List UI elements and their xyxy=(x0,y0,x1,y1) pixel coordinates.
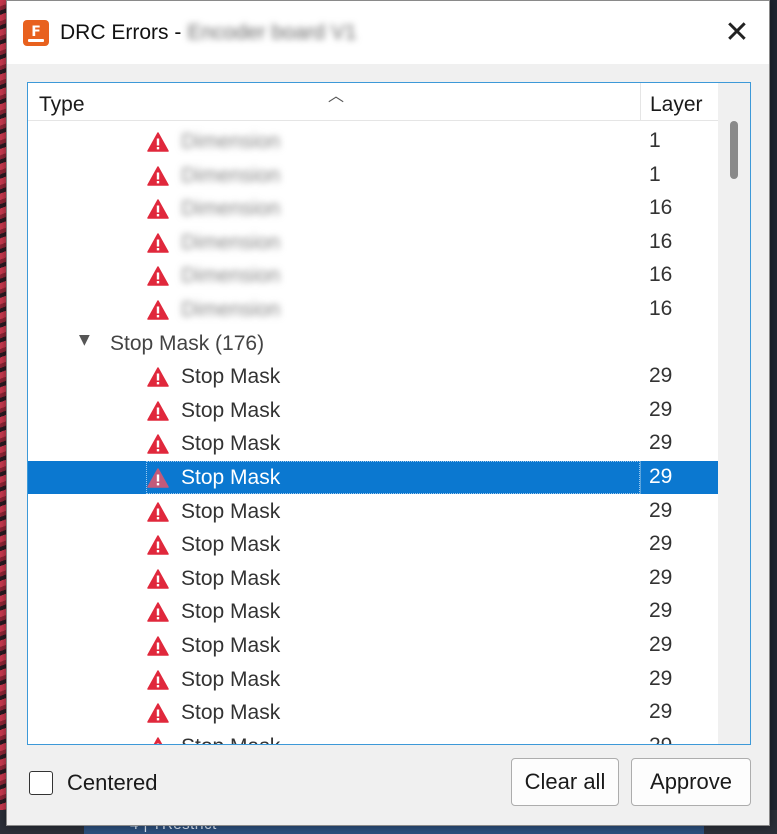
error-layer-value: 29 xyxy=(649,599,673,623)
table-row[interactable]: Stop Mask 29 xyxy=(28,495,718,528)
close-button[interactable]: ✕ xyxy=(705,1,769,64)
table-row[interactable]: Stop Mask 29 xyxy=(28,427,718,460)
centered-checkbox[interactable] xyxy=(29,771,53,795)
table-row[interactable]: Dimension 16 xyxy=(28,293,718,326)
error-type-label: Stop Mask xyxy=(181,365,281,389)
warning-triangle-icon xyxy=(147,569,169,589)
warning-triangle-icon xyxy=(147,266,169,287)
background-app-right xyxy=(769,0,777,834)
table-row[interactable]: Dimension 16 xyxy=(28,226,718,259)
error-type-label: Stop Mask xyxy=(181,701,281,725)
warning-triangle-icon xyxy=(147,300,169,320)
warning-triangle-icon xyxy=(147,535,169,555)
error-type-label: Dimension xyxy=(181,130,281,153)
error-layer-value: 29 xyxy=(649,532,673,556)
centered-label[interactable]: Centered xyxy=(67,770,158,796)
table-row[interactable]: Stop Mask 29 xyxy=(28,394,718,427)
selected-row-divider xyxy=(640,461,641,494)
table-row[interactable]: Dimension 1 xyxy=(28,159,718,192)
table-row[interactable]: Stop Mask 29 xyxy=(28,629,718,662)
error-type-label: Dimension xyxy=(181,230,281,254)
warning-triangle-icon xyxy=(153,737,163,744)
column-header-type[interactable]: Type xyxy=(39,93,85,117)
error-layer-value: 29 xyxy=(649,666,673,690)
warning-triangle-icon xyxy=(147,233,169,253)
focus-outline xyxy=(146,461,640,494)
table-row[interactable]: Dimension 1 xyxy=(28,125,718,158)
error-layer-value: 29 xyxy=(649,397,673,421)
error-type-label: Stop Mask xyxy=(181,600,281,624)
table-row[interactable]: Stop Mask 29 xyxy=(28,595,718,628)
error-type-label: Dimension xyxy=(181,163,281,187)
error-type-label: Stop Mask xyxy=(181,634,281,657)
clear-all-button[interactable]: Clear all xyxy=(511,758,619,806)
caret-up-icon: ︿ xyxy=(328,86,345,105)
error-layer-value: 16 xyxy=(649,196,673,220)
drc-errors-dialog: F DRC Errors - Encoder board V1 ✕ ︿ Type … xyxy=(6,0,770,826)
error-layer-value: 29 xyxy=(649,633,673,656)
table-row[interactable]: Dimension 16 xyxy=(28,259,718,292)
error-type-label: Stop Mask xyxy=(181,499,281,523)
warning-triangle-icon xyxy=(147,501,169,522)
warning-triangle-icon xyxy=(147,669,169,690)
error-layer-value: 29 xyxy=(649,498,673,522)
error-layer-value: 16 xyxy=(649,229,673,253)
table-row[interactable]: Dimension 16 xyxy=(28,192,718,225)
warning-triangle-icon xyxy=(147,132,169,152)
error-layer-value: 29 xyxy=(649,565,673,589)
warning-triangle-icon xyxy=(147,703,169,723)
warning-triangle-icon xyxy=(147,367,169,387)
error-type-label: Stop Mask xyxy=(181,533,281,557)
error-type-label: Stop Mask xyxy=(181,667,281,691)
column-header-layer[interactable]: Layer xyxy=(650,93,703,117)
group-label: Stop Mask (176) xyxy=(110,331,265,355)
window-title: DRC Errors - Encoder board V1 xyxy=(60,20,357,46)
error-type-label: Dimension xyxy=(181,264,281,288)
approve-button[interactable]: Approve xyxy=(631,758,751,806)
drc-error-tree[interactable]: ︿ Type Layer Dimension 1 Dimension 1 Dimensi… xyxy=(27,82,751,745)
triangle-down-icon[interactable]: ▼ xyxy=(79,332,90,348)
error-type-label: Stop Mask xyxy=(181,398,281,422)
error-layer-value: 1 xyxy=(649,162,661,186)
error-layer-value: 29 xyxy=(649,431,673,455)
vertical-scrollbar[interactable] xyxy=(718,83,750,744)
error-layer-value: 16 xyxy=(649,263,673,287)
error-layer-value: 29 xyxy=(649,465,673,488)
scrollbar-thumb[interactable] xyxy=(730,121,738,179)
error-type-label: Stop Mask xyxy=(181,735,280,744)
error-layer-value: 29 xyxy=(649,700,673,724)
error-layer-value: 16 xyxy=(649,297,673,320)
table-row[interactable]: Stop Mask 29 xyxy=(28,360,718,393)
warning-triangle-icon xyxy=(147,165,169,186)
warning-triangle-icon xyxy=(147,401,169,421)
app-icon: F xyxy=(23,20,49,46)
table-row[interactable]: Stop Mask29 xyxy=(28,461,718,494)
warning-triangle-icon xyxy=(147,434,169,455)
error-type-label: Dimension xyxy=(181,197,281,221)
title-bar: F DRC Errors - Encoder board V1 ✕ xyxy=(7,1,769,64)
error-type-label: Stop Mask xyxy=(181,566,281,590)
table-row[interactable]: Stop Mask 29 xyxy=(28,730,718,744)
close-icon: ✕ xyxy=(724,14,750,50)
table-row[interactable]: Stop Mask 29 xyxy=(28,528,718,561)
error-type-label: Stop Mask xyxy=(181,432,281,456)
error-layer-value: 29 xyxy=(649,734,672,744)
warning-triangle-icon xyxy=(147,602,169,623)
warning-triangle-icon xyxy=(147,636,169,656)
tree-group-row[interactable]: ▼ Stop Mask (176) xyxy=(28,327,718,360)
window-title-text: DRC Errors - xyxy=(60,21,182,44)
window-title-project: Encoder board V1 xyxy=(187,21,357,44)
table-row[interactable]: Stop Mask 29 xyxy=(28,663,718,696)
error-layer-value: 29 xyxy=(649,364,673,388)
error-type-label: Dimension xyxy=(181,298,281,321)
table-row[interactable]: Stop Mask 29 xyxy=(28,562,718,595)
table-row[interactable]: Stop Mask 29 xyxy=(28,696,718,729)
column-divider[interactable] xyxy=(640,83,641,121)
warning-triangle-icon xyxy=(147,199,169,219)
tree-header: ︿ Type Layer xyxy=(28,83,718,121)
error-layer-value: 1 xyxy=(649,129,661,152)
